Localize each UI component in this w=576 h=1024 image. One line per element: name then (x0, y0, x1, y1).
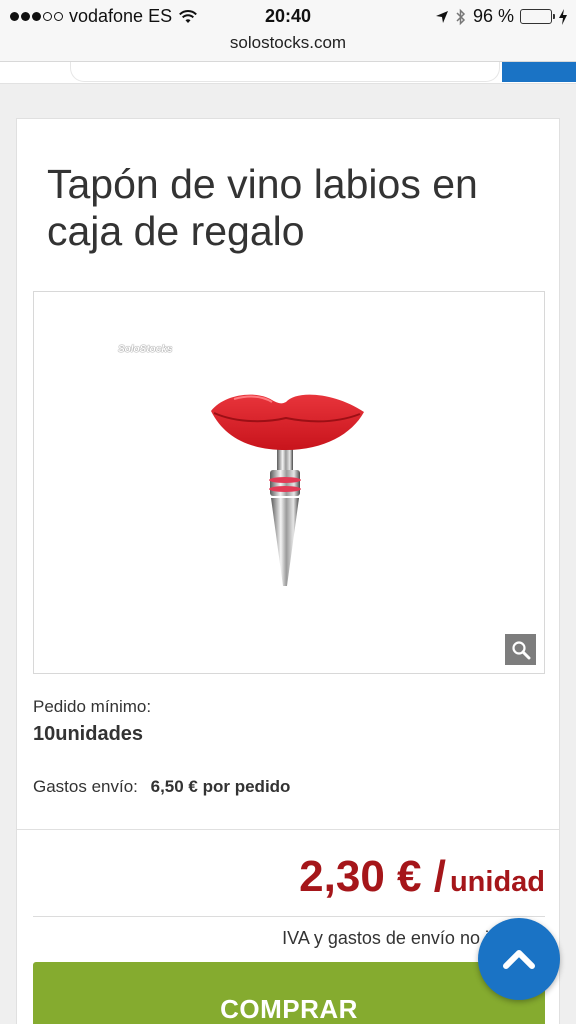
buy-button[interactable]: COMPRAR (33, 962, 545, 1024)
product-image (211, 394, 364, 586)
bluetooth-icon (456, 8, 466, 25)
search-bar-edge[interactable] (70, 62, 500, 82)
status-right: 96 % (435, 6, 568, 27)
location-arrow-icon (435, 10, 448, 23)
min-order-value: 10unidades (33, 723, 144, 745)
charging-bolt-icon (559, 8, 567, 25)
zoom-button[interactable] (505, 634, 536, 665)
divider (33, 916, 545, 917)
address-bar[interactable]: solostocks.com (0, 33, 576, 53)
vat-note: IVA y gastos de envío no ind (282, 928, 509, 948)
battery-icon (520, 9, 555, 24)
price: 2,30 € / unidad (299, 852, 545, 902)
min-order-label: Pedido mínimo: (33, 697, 152, 716)
header-blue-button-edge[interactable] (502, 62, 576, 82)
shipping-info: Gastos envío: 6,50 € por pedido (33, 777, 290, 797)
price-unit: unidad (449, 866, 545, 898)
price-amount: 2,30 € / (299, 852, 446, 901)
product-image-frame[interactable]: SoloStocks (33, 291, 545, 674)
zoom-icon (511, 640, 530, 659)
battery-percent: 96 % (472, 6, 514, 26)
back-to-top-button[interactable] (478, 918, 560, 1000)
status-bar: vodafone ES 20:40 96 % solostocks.com (0, 0, 576, 62)
price-card: 2,30 € / unidad IVA y gastos de envío no … (16, 830, 560, 1024)
site-header-remnant (0, 62, 576, 84)
shipping-value: 6,50 € por pedido (150, 777, 291, 796)
product-card: Tapón de vino labios en caja de regalo S… (16, 118, 560, 830)
product-title: Tapón de vino labios en caja de regalo (47, 161, 478, 254)
shipping-label: Gastos envío: (33, 777, 138, 796)
chevron-up-icon (503, 950, 535, 969)
